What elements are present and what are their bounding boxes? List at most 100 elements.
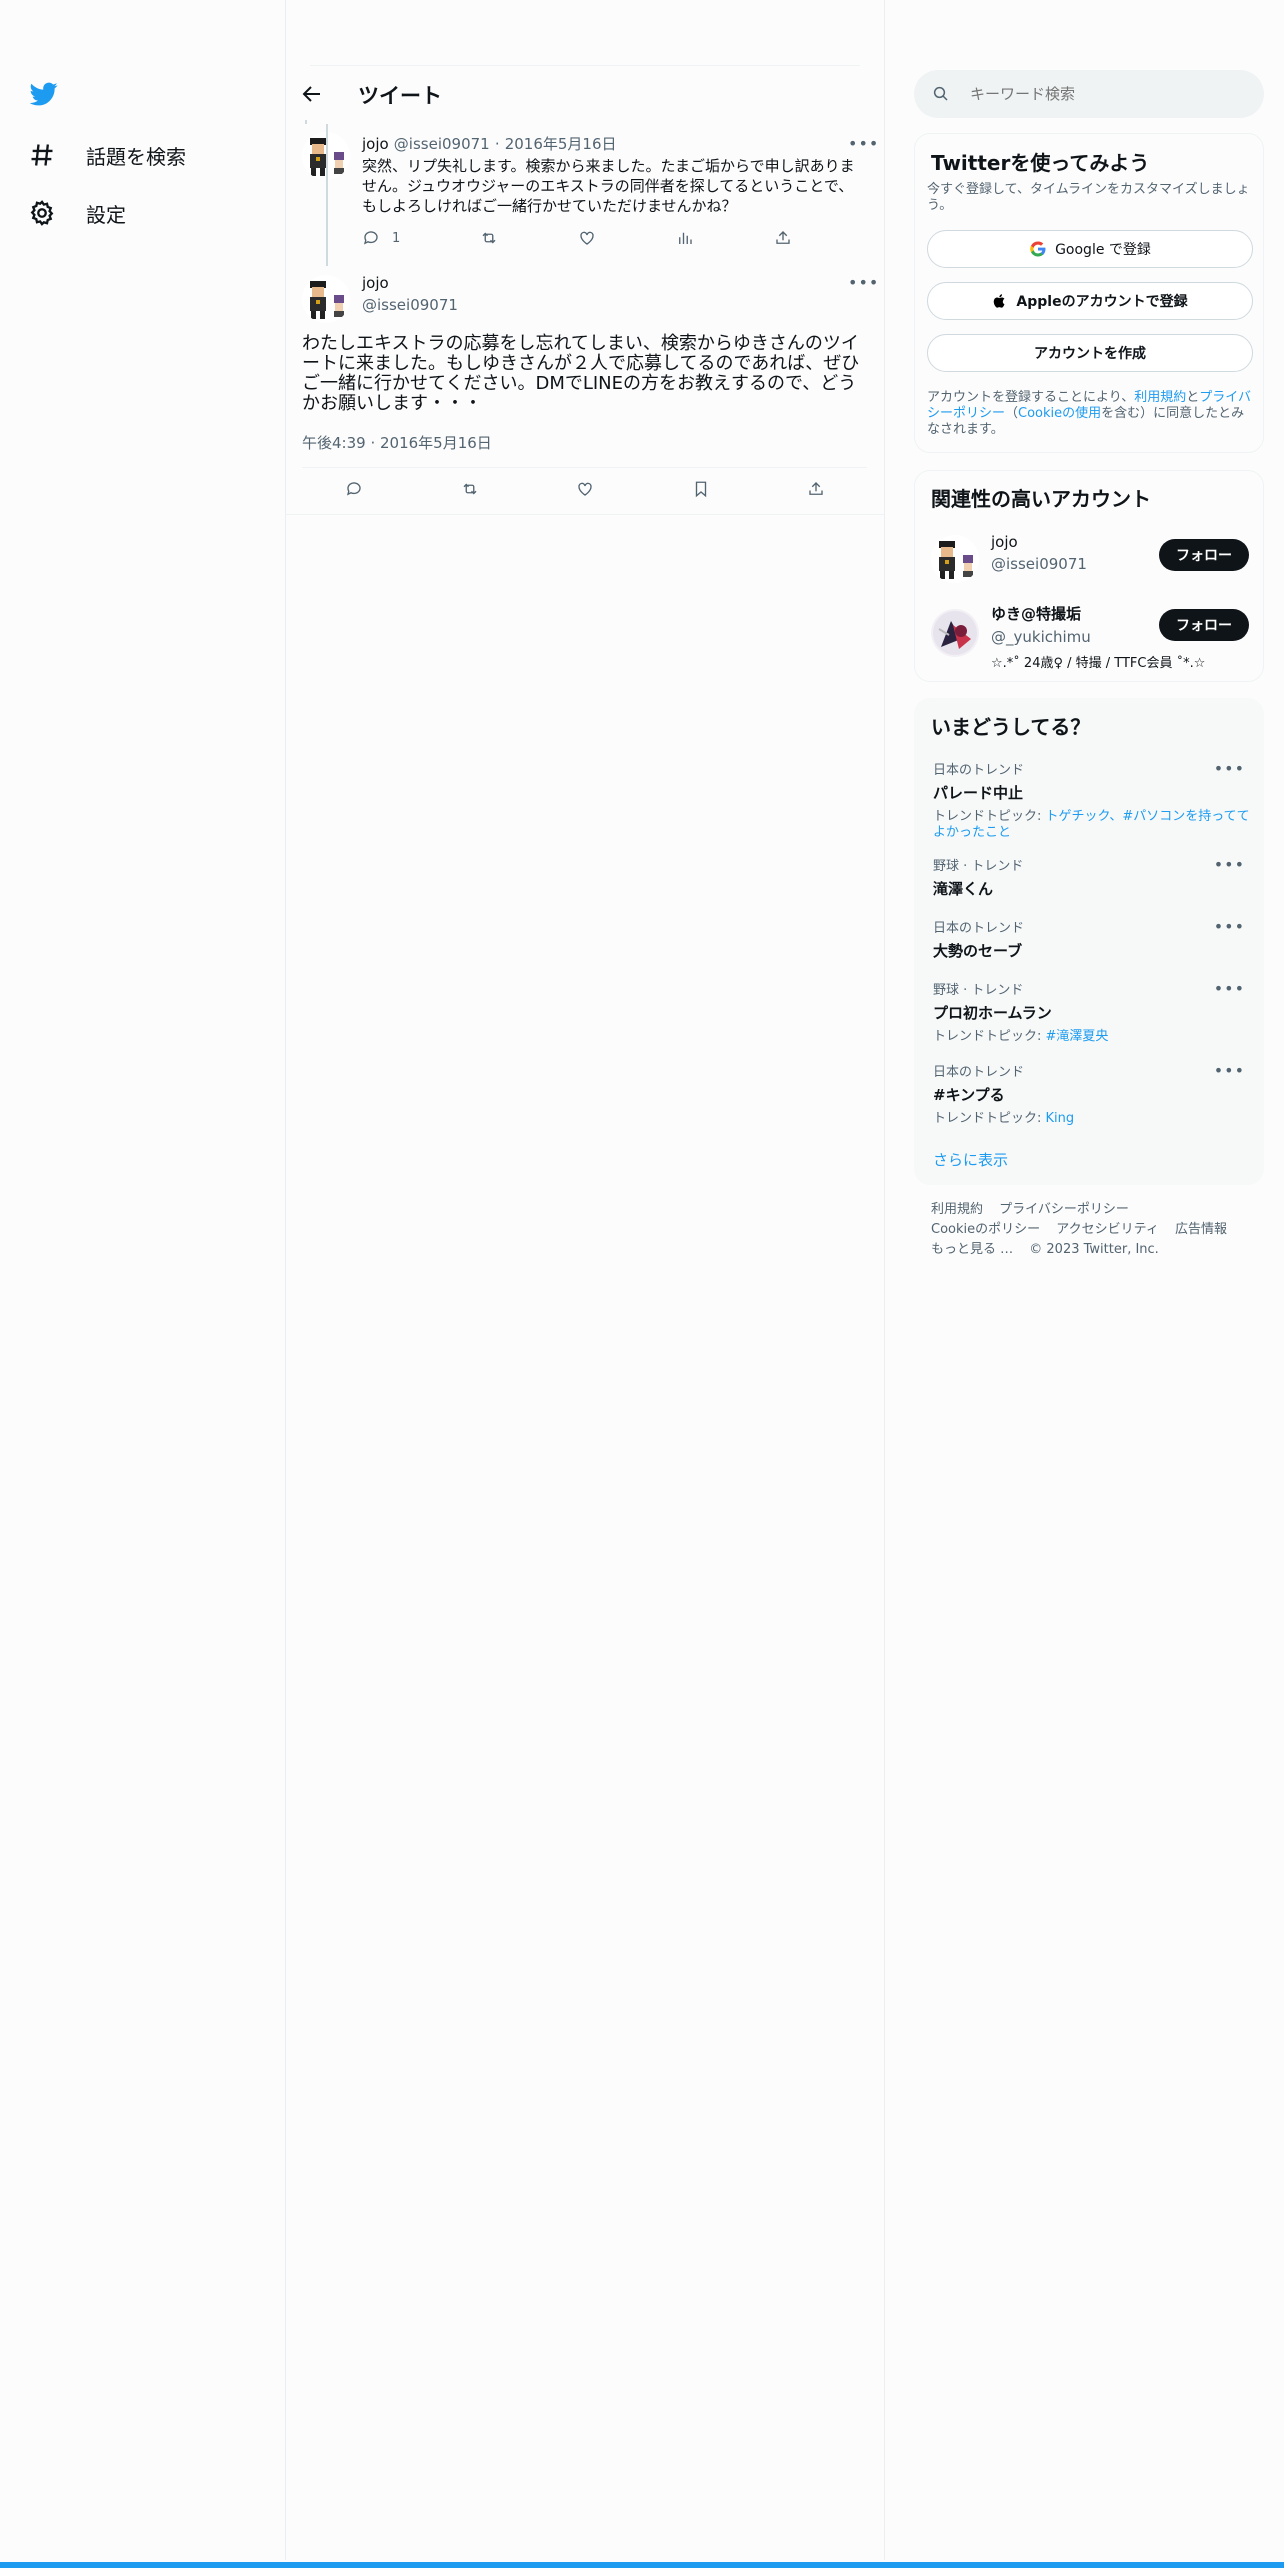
trend-topic-link[interactable]: King <box>1046 1111 1075 1126</box>
footer-copyright: © 2023 Twitter, Inc. <box>1029 1242 1159 1257</box>
retweet-button[interactable] <box>461 480 479 498</box>
create-account-button[interactable]: アカウントを作成 <box>927 334 1253 372</box>
trend-topic-prefix: トレンドトピック: <box>933 1029 1046 1044</box>
related-account-row[interactable]: jojo @issei09071 フォロー <box>915 529 1263 593</box>
more-options-icon[interactable]: ••• <box>1214 855 1245 874</box>
author-name: jojo <box>362 274 389 292</box>
trend-name: #キンプる <box>933 1086 1005 1104</box>
more-options-icon[interactable]: ••• <box>848 275 878 291</box>
main-tweet-text: わたしエキストラの応募をし忘れてしまい、検索からゆきさんのツイートに来ました。も… <box>302 333 860 414</box>
cookie-open: （ <box>1005 406 1019 421</box>
reply-count: 1 <box>392 230 401 246</box>
more-options-icon[interactable]: ••• <box>848 136 878 152</box>
back-arrow-icon[interactable] <box>300 82 324 106</box>
signup-title: Twitterを使ってみよう <box>931 151 1150 175</box>
tweet-date[interactable]: 2016年5月16日 <box>505 135 617 153</box>
trend-item[interactable]: 日本のトレンド 大勢のセーブ ••• <box>933 917 1255 961</box>
more-options-icon[interactable]: ••• <box>1214 1061 1245 1080</box>
bookmark-button[interactable] <box>692 480 710 498</box>
follow-button[interactable]: フォロー <box>1159 609 1249 641</box>
heart-icon <box>578 482 592 496</box>
share-button[interactable] <box>807 480 825 498</box>
related-title: 関連性の高いアカウント <box>931 487 1151 511</box>
heart-icon <box>580 231 594 245</box>
cookie-link[interactable]: Cookieの使用 <box>1018 406 1101 421</box>
apple-signup-label: Appleのアカウントで登録 <box>1016 294 1188 310</box>
footer-ads[interactable]: 広告情報 <box>1175 1222 1227 1237</box>
trend-name: 滝澤くん <box>933 880 994 898</box>
trend-topic: トレンドトピック: トゲチック、#パソコンを持っててよかったこと <box>933 809 1255 841</box>
account-name: jojo <box>991 533 1018 551</box>
nav-explore[interactable]: 話題を検索 <box>28 135 186 175</box>
create-account-label: アカウントを作成 <box>1034 346 1146 362</box>
analytics-button[interactable] <box>676 229 694 247</box>
trend-item[interactable]: 日本のトレンド パレード中止 トレンドトピック: トゲチック、#パソコンを持って… <box>933 759 1255 841</box>
trend-topic: トレンドトピック: #滝澤夏央 <box>933 1029 1255 1045</box>
footer-accessibility[interactable]: アクセシビリティ <box>1056 1222 1159 1237</box>
trend-name: 大勢のセーブ <box>933 942 1023 960</box>
follow-button[interactable]: フォロー <box>1159 539 1249 571</box>
trend-name: パレード中止 <box>933 784 1024 802</box>
reply-button[interactable] <box>345 480 363 498</box>
footer-cookie[interactable]: Cookieのポリシー <box>931 1222 1040 1237</box>
reply-icon <box>363 231 378 245</box>
retweet-icon <box>463 483 476 495</box>
more-options-icon[interactable]: ••• <box>1214 979 1245 998</box>
avatar[interactable] <box>931 609 979 657</box>
tweet-timestamp[interactable]: 午後4:39 · 2016年5月16日 <box>302 432 492 453</box>
footer: 利用規約 プライバシーポリシー Cookieのポリシー アクセシビリティ 広告情… <box>931 1200 1261 1260</box>
more-options-icon[interactable]: ••• <box>1214 917 1245 936</box>
retweet-icon <box>482 232 496 244</box>
trend-category: 日本のトレンド <box>933 1065 1025 1080</box>
trend-item[interactable]: 野球 · トレンド プロ初ホームラン トレンドトピック: #滝澤夏央 ••• <box>933 979 1255 1045</box>
apple-icon <box>994 294 1005 308</box>
reply-button[interactable]: 1 <box>362 229 400 247</box>
trend-item[interactable]: 野球 · トレンド 滝澤くん ••• <box>933 855 1255 899</box>
trends-card: いまどうしてる？ 日本のトレンド パレード中止 トレンドトピック: トゲチック、… <box>914 698 1264 1185</box>
page-title: ツイート <box>358 84 442 108</box>
reply-action-bar: 1 <box>362 229 792 247</box>
main-tweet-author[interactable]: jojo @issei09071 <box>362 274 458 314</box>
footer-terms[interactable]: 利用規約 <box>931 1202 983 1217</box>
left-column-divider <box>285 0 286 2560</box>
footer-more[interactable]: もっと見る … <box>931 1242 1013 1257</box>
reply-tweet-header: jojo @issei09071 · 2016年5月16日 <box>362 133 617 154</box>
search-input[interactable] <box>970 85 1230 103</box>
avatar[interactable] <box>302 275 350 323</box>
share-button[interactable] <box>774 229 792 247</box>
main-action-bar <box>345 480 825 498</box>
trend-topic-prefix: トレンドトピック: <box>933 809 1046 824</box>
search-bar[interactable] <box>914 70 1264 118</box>
trend-topic-link[interactable]: #滝澤夏央 <box>1046 1029 1109 1044</box>
separator: · <box>494 135 500 153</box>
terms-link[interactable]: 利用規約 <box>1134 390 1186 405</box>
signup-legal: アカウントを登録することにより、利用規約とプライバシーポリシー（Cookieの使… <box>927 390 1253 438</box>
trend-category: 日本のトレンド <box>933 763 1025 778</box>
show-more-link[interactable]: さらに表示 <box>933 1149 1008 1170</box>
trend-category: 野球 · トレンド <box>933 983 1024 998</box>
analytics-icon <box>679 232 692 244</box>
apple-signup-button[interactable]: Appleのアカウントで登録 <box>927 282 1253 320</box>
author-handle[interactable]: @issei09071 <box>394 135 490 153</box>
divider <box>286 514 884 515</box>
related-account-row[interactable]: ゆき@特撮垢 @_yukichimu ☆.*˚ 24歳♀ / 特撮 / TTFC… <box>915 601 1263 677</box>
trend-topic-prefix: トレンドトピック: <box>933 1111 1046 1126</box>
retweet-button[interactable] <box>480 229 498 247</box>
nav-settings[interactable]: 設定 <box>28 193 126 233</box>
author-name[interactable]: jojo <box>362 135 389 153</box>
twitter-logo-icon[interactable] <box>28 80 60 112</box>
more-options-icon[interactable]: ••• <box>1214 759 1245 778</box>
related-accounts-card: 関連性の高いアカウント jojo @issei09071 フォロー ゆき@特撮垢… <box>914 470 1264 682</box>
trend-topic: トレンドトピック: King <box>933 1111 1255 1127</box>
like-button[interactable] <box>578 229 596 247</box>
google-signup-label: Google で登録 <box>1055 242 1151 258</box>
trend-item[interactable]: 日本のトレンド #キンプる トレンドトピック: King ••• <box>933 1061 1255 1127</box>
share-icon <box>809 482 823 495</box>
avatar[interactable] <box>931 535 979 583</box>
nav-explore-label: 話題を検索 <box>86 144 186 169</box>
author-handle: @issei09071 <box>362 296 458 314</box>
google-signup-button[interactable]: Google で登録 <box>927 230 1253 268</box>
footer-privacy[interactable]: プライバシーポリシー <box>999 1202 1129 1217</box>
like-button[interactable] <box>576 480 594 498</box>
trend-category: 日本のトレンド <box>933 921 1025 936</box>
